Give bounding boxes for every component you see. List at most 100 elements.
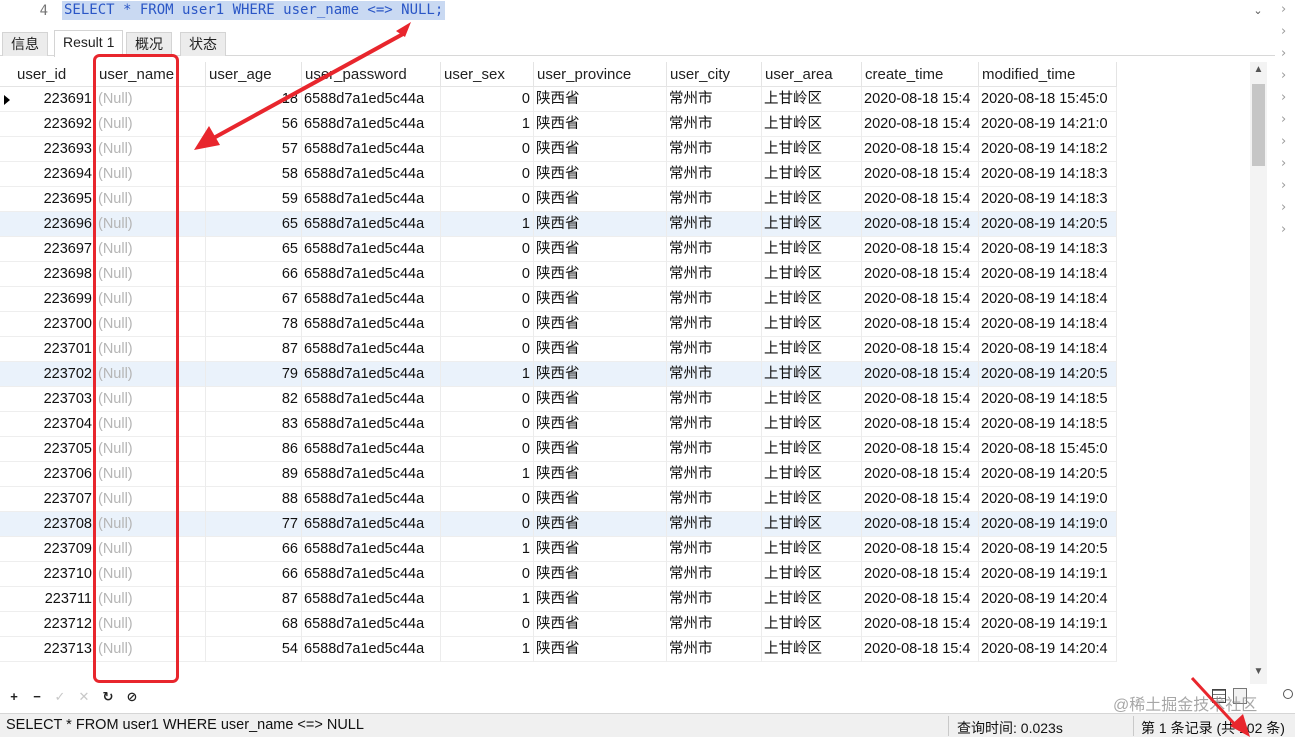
- cell-user-city[interactable]: 常州市: [667, 187, 762, 212]
- cell-user-id[interactable]: 223702: [14, 362, 96, 387]
- cell-user-sex[interactable]: 1: [441, 112, 534, 137]
- cell-user-province[interactable]: 陕西省: [534, 587, 667, 612]
- table-row[interactable]: 223712 (Null) 68 6588d7a1ed5c44a 0 陕西省 常州市 上甘岭区…: [0, 612, 1117, 637]
- cell-user-province[interactable]: 陕西省: [534, 487, 667, 512]
- cell-user-age[interactable]: 67: [206, 287, 302, 312]
- cell-user-area[interactable]: 上甘岭区: [762, 512, 862, 537]
- chevron-right-icon[interactable]: ›: [1281, 112, 1291, 127]
- cell-create-time[interactable]: 2020-08-18 15:4: [862, 362, 979, 387]
- cell-user-city[interactable]: 常州市: [667, 212, 762, 237]
- cell-user-password[interactable]: 6588d7a1ed5c44a: [302, 437, 441, 462]
- cell-modified-time[interactable]: 2020-08-19 14:19:1: [979, 562, 1117, 587]
- cell-user-password[interactable]: 6588d7a1ed5c44a: [302, 187, 441, 212]
- cell-create-time[interactable]: 2020-08-18 15:4: [862, 162, 979, 187]
- row-selector[interactable]: [0, 337, 14, 362]
- row-selector[interactable]: [0, 287, 14, 312]
- cell-create-time[interactable]: 2020-08-18 15:4: [862, 587, 979, 612]
- column-header-user-sex[interactable]: user_sex: [441, 62, 534, 87]
- stop-icon[interactable]: ⊘: [124, 688, 140, 706]
- cell-user-name[interactable]: (Null): [96, 512, 206, 537]
- cell-user-password[interactable]: 6588d7a1ed5c44a: [302, 212, 441, 237]
- cell-modified-time[interactable]: 2020-08-19 14:18:4: [979, 312, 1117, 337]
- cell-create-time[interactable]: 2020-08-18 15:4: [862, 412, 979, 437]
- chevron-right-icon[interactable]: ›: [1281, 222, 1291, 237]
- table-row[interactable]: 223705 (Null) 86 6588d7a1ed5c44a 0 陕西省 常州市 上甘岭区…: [0, 437, 1117, 462]
- cell-create-time[interactable]: 2020-08-18 15:4: [862, 287, 979, 312]
- table-row[interactable]: 223693 (Null) 57 6588d7a1ed5c44a 0 陕西省 常州市 上甘岭区…: [0, 137, 1117, 162]
- cell-user-province[interactable]: 陕西省: [534, 612, 667, 637]
- cell-user-id[interactable]: 223699: [14, 287, 96, 312]
- cell-user-password[interactable]: 6588d7a1ed5c44a: [302, 162, 441, 187]
- cell-modified-time[interactable]: 2020-08-19 14:20:4: [979, 637, 1117, 662]
- row-selector[interactable]: [0, 637, 14, 662]
- row-selector[interactable]: [0, 187, 14, 212]
- row-selector[interactable]: [0, 387, 14, 412]
- cell-user-province[interactable]: 陕西省: [534, 412, 667, 437]
- cell-user-age[interactable]: 66: [206, 537, 302, 562]
- cell-user-area[interactable]: 上甘岭区: [762, 287, 862, 312]
- cell-user-sex[interactable]: 1: [441, 587, 534, 612]
- column-header-user-name[interactable]: user_name: [96, 62, 206, 87]
- row-selector[interactable]: [0, 437, 14, 462]
- cell-user-password[interactable]: 6588d7a1ed5c44a: [302, 137, 441, 162]
- cell-create-time[interactable]: 2020-08-18 15:4: [862, 237, 979, 262]
- cell-user-password[interactable]: 6588d7a1ed5c44a: [302, 487, 441, 512]
- cell-modified-time[interactable]: 2020-08-19 14:19:0: [979, 512, 1117, 537]
- table-row[interactable]: 223710 (Null) 66 6588d7a1ed5c44a 0 陕西省 常州市 上甘岭区…: [0, 562, 1117, 587]
- table-row[interactable]: 223711 (Null) 87 6588d7a1ed5c44a 1 陕西省 常州市 上甘岭区…: [0, 587, 1117, 612]
- cell-user-city[interactable]: 常州市: [667, 387, 762, 412]
- cell-user-id[interactable]: 223692: [14, 112, 96, 137]
- cell-user-city[interactable]: 常州市: [667, 562, 762, 587]
- cell-create-time[interactable]: 2020-08-18 15:4: [862, 337, 979, 362]
- cell-user-city[interactable]: 常州市: [667, 512, 762, 537]
- tab-result-1[interactable]: Result 1: [54, 30, 124, 57]
- column-header-user-id[interactable]: user_id: [14, 62, 96, 87]
- cell-user-password[interactable]: 6588d7a1ed5c44a: [302, 612, 441, 637]
- row-selector[interactable]: [0, 512, 14, 537]
- cell-user-area[interactable]: 上甘岭区: [762, 637, 862, 662]
- row-selector[interactable]: [0, 137, 14, 162]
- cell-user-sex[interactable]: 0: [441, 87, 534, 112]
- discard-icon[interactable]: ✕: [76, 688, 92, 706]
- add-record-icon[interactable]: +: [6, 688, 22, 706]
- cell-user-password[interactable]: 6588d7a1ed5c44a: [302, 312, 441, 337]
- cell-user-name[interactable]: (Null): [96, 162, 206, 187]
- cell-user-id[interactable]: 223707: [14, 487, 96, 512]
- cell-user-age[interactable]: 68: [206, 612, 302, 637]
- cell-user-area[interactable]: 上甘岭区: [762, 462, 862, 487]
- table-row[interactable]: 223703 (Null) 82 6588d7a1ed5c44a 0 陕西省 常州市 上甘岭区…: [0, 387, 1117, 412]
- cell-user-age[interactable]: 56: [206, 112, 302, 137]
- cell-user-name[interactable]: (Null): [96, 212, 206, 237]
- cell-create-time[interactable]: 2020-08-18 15:4: [862, 137, 979, 162]
- cell-user-age[interactable]: 57: [206, 137, 302, 162]
- cell-user-sex[interactable]: 0: [441, 487, 534, 512]
- cell-user-sex[interactable]: 0: [441, 262, 534, 287]
- row-selector[interactable]: [0, 212, 14, 237]
- cell-user-sex[interactable]: 1: [441, 462, 534, 487]
- cell-modified-time[interactable]: 2020-08-19 14:20:4: [979, 587, 1117, 612]
- tab-status[interactable]: 状态: [180, 32, 226, 56]
- cell-user-id[interactable]: 223712: [14, 612, 96, 637]
- table-row[interactable]: 223709 (Null) 66 6588d7a1ed5c44a 1 陕西省 常州市 上甘岭区…: [0, 537, 1117, 562]
- cell-user-age[interactable]: 59: [206, 187, 302, 212]
- cell-user-area[interactable]: 上甘岭区: [762, 112, 862, 137]
- cell-user-id[interactable]: 223706: [14, 462, 96, 487]
- cell-modified-time[interactable]: 2020-08-19 14:18:4: [979, 287, 1117, 312]
- cell-user-name[interactable]: (Null): [96, 237, 206, 262]
- cell-user-name[interactable]: (Null): [96, 362, 206, 387]
- cell-user-id[interactable]: 223711: [14, 587, 96, 612]
- cell-user-province[interactable]: 陕西省: [534, 337, 667, 362]
- table-row[interactable]: 223697 (Null) 65 6588d7a1ed5c44a 0 陕西省 常州市 上甘岭区…: [0, 237, 1117, 262]
- cell-user-province[interactable]: 陕西省: [534, 637, 667, 662]
- cell-create-time[interactable]: 2020-08-18 15:4: [862, 187, 979, 212]
- cell-user-area[interactable]: 上甘岭区: [762, 137, 862, 162]
- row-selector[interactable]: [0, 537, 14, 562]
- cell-user-city[interactable]: 常州市: [667, 262, 762, 287]
- cell-user-area[interactable]: 上甘岭区: [762, 262, 862, 287]
- cell-user-province[interactable]: 陕西省: [534, 437, 667, 462]
- cell-create-time[interactable]: 2020-08-18 15:4: [862, 612, 979, 637]
- cell-user-sex[interactable]: 0: [441, 137, 534, 162]
- cell-user-sex[interactable]: 0: [441, 612, 534, 637]
- cell-create-time[interactable]: 2020-08-18 15:4: [862, 462, 979, 487]
- sql-query-text[interactable]: SELECT * FROM user1 WHERE user_name <=> …: [62, 1, 446, 20]
